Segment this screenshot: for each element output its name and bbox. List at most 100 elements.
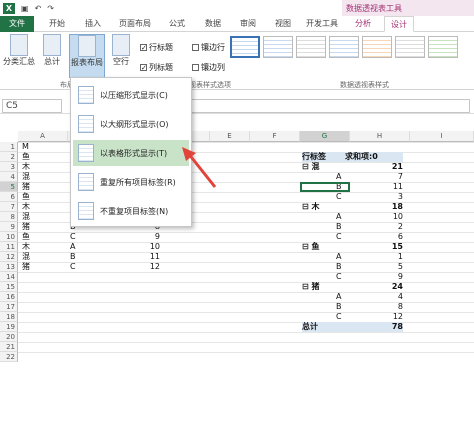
row-headers-checkbox[interactable]: ✓ 行标题	[140, 42, 173, 53]
pivot-style-swatch[interactable]	[296, 36, 326, 58]
tab-review[interactable]: 审阅	[233, 16, 263, 32]
column-header[interactable]: H	[350, 131, 410, 142]
column-header[interactable]: A	[18, 131, 68, 142]
name-box[interactable]: C5	[2, 98, 62, 113]
tab-home[interactable]: 开始	[42, 16, 72, 32]
pivot-style-swatch[interactable]	[329, 36, 359, 58]
row-header[interactable]: 2	[0, 152, 18, 162]
source-cell-a[interactable]: 混	[22, 212, 62, 222]
row-header[interactable]: 22	[0, 352, 18, 362]
source-cell-c[interactable]: 11	[110, 252, 160, 262]
tab-formulas[interactable]: 公式	[162, 16, 192, 32]
source-cell-a[interactable]: 混	[22, 252, 62, 262]
banded-cols-checkbox[interactable]: 镶边列	[192, 62, 225, 73]
menu-item-tabular-form[interactable]: 以表格形式显示(T)	[73, 140, 189, 166]
row-header[interactable]: 20	[0, 332, 18, 342]
row-header[interactable]: 16	[0, 292, 18, 302]
row-header[interactable]: 8	[0, 212, 18, 222]
row-header[interactable]: 1	[0, 142, 18, 152]
source-cell-c[interactable]: 9	[110, 232, 160, 242]
row-header[interactable]: 17	[0, 302, 18, 312]
pivot-item-value[interactable]: 12	[345, 312, 403, 322]
tab-analyze[interactable]: 分析	[348, 16, 378, 32]
blank-rows-button[interactable]: 空行	[108, 34, 134, 78]
column-header[interactable]: I	[410, 131, 474, 142]
row-header[interactable]: 9	[0, 222, 18, 232]
row-header[interactable]: 6	[0, 192, 18, 202]
row-header[interactable]: 15	[0, 282, 18, 292]
pivot-group-label[interactable]: ⊟ 混	[302, 162, 345, 172]
row-header[interactable]: 11	[0, 242, 18, 252]
pivot-style-swatch[interactable]	[230, 36, 260, 58]
save-icon[interactable]: ▣	[21, 4, 29, 13]
column-header[interactable]: E	[210, 131, 250, 142]
pivot-item-value[interactable]: 11	[345, 182, 403, 192]
report-layout-button[interactable]: 报表布局	[69, 34, 105, 78]
source-cell-a[interactable]: M	[22, 142, 62, 152]
row-header[interactable]: 3	[0, 162, 18, 172]
source-cell-a[interactable]: 猪	[22, 262, 62, 272]
pivot-item-value[interactable]: 10	[345, 212, 403, 222]
source-cell-b[interactable]: C	[70, 232, 100, 242]
row-header[interactable]: 14	[0, 272, 18, 282]
tab-page-layout[interactable]: 页面布局	[113, 16, 157, 32]
source-cell-a[interactable]: 鱼	[22, 232, 62, 242]
banded-rows-checkbox[interactable]: 镶边行	[192, 42, 225, 53]
pivot-header-row-label[interactable]: 行标签	[302, 152, 345, 162]
source-cell-b[interactable]: C	[70, 262, 100, 272]
source-cell-c[interactable]: 12	[110, 262, 160, 272]
pivot-item-value[interactable]: 4	[345, 292, 403, 302]
tab-view[interactable]: 视图	[268, 16, 298, 32]
row-header[interactable]: 18	[0, 312, 18, 322]
subtotals-button[interactable]: 分类汇总	[2, 34, 36, 78]
pivot-group-total[interactable]: 24	[345, 282, 403, 292]
source-cell-a[interactable]: 木	[22, 162, 62, 172]
source-cell-c[interactable]: 10	[110, 242, 160, 252]
row-header[interactable]: 10	[0, 232, 18, 242]
pivot-group-label[interactable]: ⊟ 木	[302, 202, 345, 212]
pivot-item-value[interactable]: 9	[345, 272, 403, 282]
menu-item-no-repeat-labels[interactable]: 不重复项目标签(N)	[73, 198, 189, 224]
tab-design[interactable]: 设计	[384, 16, 414, 32]
pivot-item-value[interactable]: 5	[345, 262, 403, 272]
row-header[interactable]: 5	[0, 182, 18, 192]
pivot-group-label[interactable]: ⊟ 鱼	[302, 242, 345, 252]
pivot-item-value[interactable]: 7	[345, 172, 403, 182]
source-cell-a[interactable]: 木	[22, 202, 62, 212]
tab-developer[interactable]: 开发工具	[302, 16, 342, 32]
pivot-item-value[interactable]: 2	[345, 222, 403, 232]
row-header[interactable]: 7	[0, 202, 18, 212]
pivot-item-value[interactable]: 1	[345, 252, 403, 262]
pivot-style-swatch[interactable]	[395, 36, 425, 58]
pivot-item-value[interactable]: 6	[345, 232, 403, 242]
menu-item-compact-form[interactable]: 以压缩形式显示(C)	[73, 82, 189, 108]
row-header[interactable]: 21	[0, 342, 18, 352]
col-headers-checkbox[interactable]: ✓ 列标题	[140, 62, 173, 73]
row-header[interactable]: 19	[0, 322, 18, 332]
tab-data[interactable]: 数据	[198, 16, 228, 32]
pivot-group-total[interactable]: 15	[345, 242, 403, 252]
grand-totals-button[interactable]: 总计	[38, 34, 66, 78]
redo-icon[interactable]: ↷	[47, 4, 54, 13]
undo-icon[interactable]: ↶	[35, 4, 42, 13]
pivot-grand-total-label[interactable]: 总计	[302, 322, 345, 332]
source-cell-a[interactable]: 混	[22, 172, 62, 182]
pivot-style-swatch[interactable]	[263, 36, 293, 58]
source-cell-a[interactable]: 鱼	[22, 192, 62, 202]
tab-insert[interactable]: 插入	[78, 16, 108, 32]
row-header[interactable]: 13	[0, 262, 18, 272]
column-header[interactable]: F	[250, 131, 300, 142]
row-header[interactable]: 12	[0, 252, 18, 262]
source-cell-a[interactable]: 木	[22, 242, 62, 252]
column-header[interactable]: G	[300, 131, 350, 142]
row-header[interactable]: 4	[0, 172, 18, 182]
source-cell-a[interactable]: 猪	[22, 222, 62, 232]
pivot-group-total[interactable]: 21	[345, 162, 403, 172]
pivot-grand-total-value[interactable]: 78	[345, 322, 403, 332]
pivot-item-value[interactable]: 8	[345, 302, 403, 312]
source-cell-a[interactable]: 鱼	[22, 152, 62, 162]
pivot-style-swatch[interactable]	[428, 36, 458, 58]
pivot-group-total[interactable]: 18	[345, 202, 403, 212]
pivot-style-swatch[interactable]	[362, 36, 392, 58]
pivot-header-sum-label[interactable]: 求和项:0	[345, 152, 403, 162]
